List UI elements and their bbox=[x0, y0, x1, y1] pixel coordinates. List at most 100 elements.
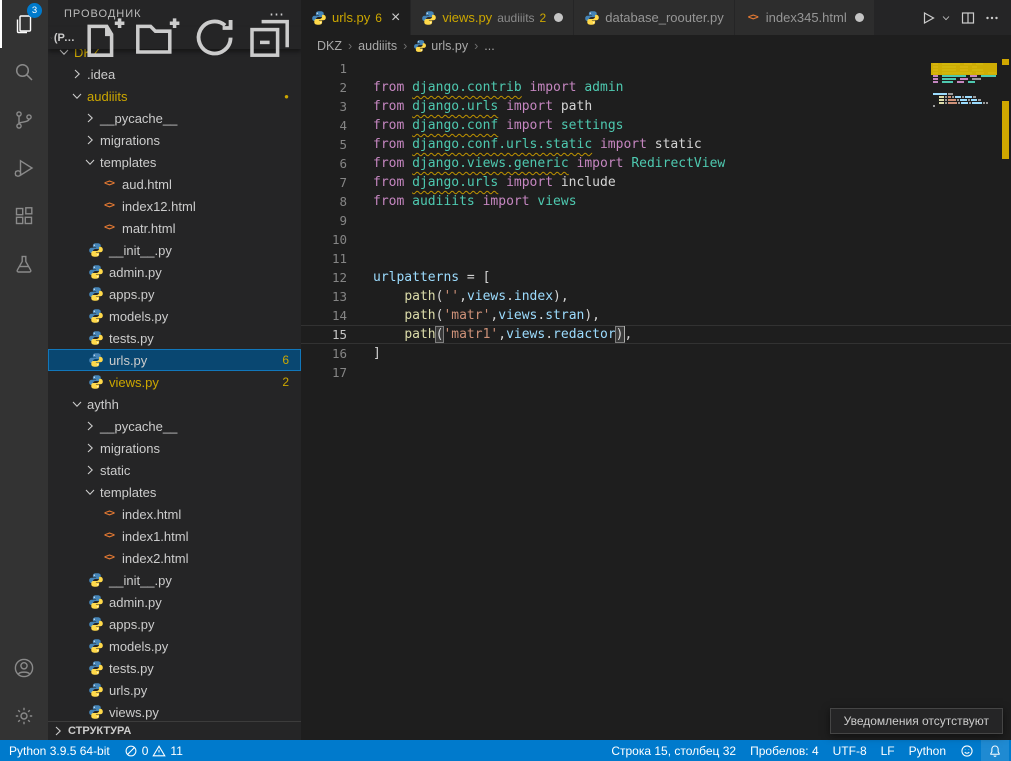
code-token: stran bbox=[545, 308, 584, 323]
tree-item[interactable]: <>index2.html bbox=[48, 547, 301, 569]
code-line[interactable]: 15 path('matr1',views.redactor), bbox=[301, 325, 1011, 344]
activitybar-source-control[interactable] bbox=[0, 96, 48, 144]
tree-item[interactable]: apps.py bbox=[48, 613, 301, 635]
code-line[interactable]: 11 bbox=[301, 249, 1011, 268]
collapse-all-button[interactable] bbox=[244, 12, 295, 63]
code-token: views bbox=[537, 194, 576, 209]
activitybar-search[interactable] bbox=[0, 48, 48, 96]
breadcrumb-item[interactable]: audiiits bbox=[358, 39, 397, 53]
close-icon[interactable]: × bbox=[391, 10, 400, 26]
activity-bar-bottom bbox=[0, 644, 48, 740]
statusbar-python-interpreter[interactable]: Python 3.9.5 64-bit bbox=[2, 740, 117, 761]
new-folder-button[interactable] bbox=[133, 12, 184, 63]
code-line[interactable]: 4from django.conf import settings bbox=[301, 116, 1011, 135]
tree-item[interactable]: <>index.html bbox=[48, 503, 301, 525]
more-actions-button[interactable] bbox=[981, 6, 1003, 30]
new-file-button[interactable] bbox=[78, 12, 129, 63]
tree-item[interactable]: admin.py bbox=[48, 261, 301, 283]
tree-item[interactable]: migrations bbox=[48, 437, 301, 459]
activitybar-run-debug[interactable] bbox=[0, 144, 48, 192]
tree-item[interactable]: audiiits● bbox=[48, 85, 301, 107]
tree-item[interactable]: models.py bbox=[48, 305, 301, 327]
tree-item[interactable]: models.py bbox=[48, 635, 301, 657]
tab-index345.html[interactable]: <>index345.html bbox=[735, 0, 874, 35]
workspace-section-header[interactable]: (РАБОЧАЯ ОБЛАСТЬ) ... bbox=[48, 27, 301, 49]
code-line[interactable]: 13 path('',views.index), bbox=[301, 287, 1011, 306]
code-token: import bbox=[577, 156, 624, 171]
tree-item[interactable]: <>index1.html bbox=[48, 525, 301, 547]
code-token: include bbox=[561, 175, 616, 190]
tree-item[interactable]: migrations bbox=[48, 129, 301, 151]
breadcrumb-item[interactable]: DKZ bbox=[317, 39, 342, 53]
tree-item[interactable]: admin.py bbox=[48, 591, 301, 613]
activitybar-settings[interactable] bbox=[0, 692, 48, 740]
statusbar-eol[interactable]: LF bbox=[874, 740, 902, 761]
code-line[interactable]: 16] bbox=[301, 344, 1011, 363]
code-line[interactable]: 2from django.contrib import admin bbox=[301, 78, 1011, 97]
code-line[interactable]: 6from django.views.generic import Redire… bbox=[301, 154, 1011, 173]
code-line[interactable]: 9 bbox=[301, 211, 1011, 230]
tree-item[interactable]: urls.py6 bbox=[48, 349, 301, 371]
tree-item[interactable]: static bbox=[48, 459, 301, 481]
line-number: 14 bbox=[301, 306, 347, 325]
run-python-file-button[interactable] bbox=[917, 6, 939, 30]
notification-toast[interactable]: Уведомления отсутствуют bbox=[830, 708, 1003, 734]
py-icon bbox=[88, 352, 104, 368]
tree-item[interactable]: __pycache__ bbox=[48, 415, 301, 437]
overview-ruler[interactable] bbox=[999, 57, 1011, 740]
split-editor-button[interactable] bbox=[957, 6, 979, 30]
code-token: ), bbox=[584, 308, 600, 323]
tree-item[interactable]: <>matr.html bbox=[48, 217, 301, 239]
refresh-button[interactable] bbox=[189, 12, 240, 63]
code-line[interactable]: 10 bbox=[301, 230, 1011, 249]
tree-item[interactable]: views.py2 bbox=[48, 371, 301, 393]
statusbar-language-mode[interactable]: Python bbox=[902, 740, 953, 761]
code-line[interactable]: 1 bbox=[301, 59, 1011, 78]
tree-item[interactable]: __init__.py bbox=[48, 569, 301, 591]
code-line[interactable]: 7from django.urls import include bbox=[301, 173, 1011, 192]
warning-icon bbox=[152, 744, 166, 758]
statusbar-problems[interactable]: 011 bbox=[117, 740, 190, 761]
statusbar-indentation[interactable]: Пробелов: 4 bbox=[743, 740, 826, 761]
tree-item[interactable]: __init__.py bbox=[48, 239, 301, 261]
activitybar-extensions[interactable] bbox=[0, 192, 48, 240]
tab-database_roouter.py[interactable]: database_roouter.py bbox=[574, 0, 734, 35]
tree-item[interactable]: .idea bbox=[48, 63, 301, 85]
code-line[interactable]: 17 bbox=[301, 363, 1011, 382]
tree-item[interactable]: templates bbox=[48, 481, 301, 503]
activitybar-accounts[interactable] bbox=[0, 644, 48, 692]
minimap[interactable] bbox=[931, 60, 997, 111]
statusbar-notifications-bell[interactable] bbox=[981, 740, 1009, 761]
statusbar-encoding[interactable]: UTF-8 bbox=[826, 740, 874, 761]
code-line[interactable]: 8from audiiits import views bbox=[301, 192, 1011, 211]
breadcrumb-separator: › bbox=[403, 39, 407, 53]
statusbar-cursor-position[interactable]: Строка 15, столбец 32 bbox=[604, 740, 743, 761]
statusbar-feedback[interactable] bbox=[953, 740, 981, 761]
tree-item[interactable]: <>aud.html bbox=[48, 173, 301, 195]
tab-urls.py[interactable]: urls.py6× bbox=[301, 0, 410, 35]
tree-item[interactable]: tests.py bbox=[48, 657, 301, 679]
tree-item[interactable]: templates bbox=[48, 151, 301, 173]
py-icon bbox=[88, 330, 104, 346]
tree-item[interactable]: urls.py bbox=[48, 679, 301, 701]
run-dropdown-button[interactable] bbox=[941, 6, 955, 30]
code-line[interactable]: 3from django.urls import path bbox=[301, 97, 1011, 116]
tree-item[interactable]: tests.py bbox=[48, 327, 301, 349]
code-line[interactable]: 12urlpatterns = [ bbox=[301, 268, 1011, 287]
code-line[interactable]: 5from django.conf.urls.static import sta… bbox=[301, 135, 1011, 154]
tree-item[interactable]: <>index12.html bbox=[48, 195, 301, 217]
tree-item-label: __pycache__ bbox=[100, 419, 177, 434]
activitybar-explorer[interactable]: 3 bbox=[0, 0, 48, 48]
tree-item[interactable]: apps.py bbox=[48, 283, 301, 305]
code-editor[interactable]: 12from django.contrib import admin3from … bbox=[301, 57, 1011, 740]
outline-section-header[interactable]: СТРУКТУРА bbox=[48, 721, 301, 740]
tab-views.py[interactable]: views.pyaudiiits2 bbox=[411, 0, 573, 35]
breadcrumb-item[interactable]: ... bbox=[484, 39, 494, 53]
tree-item[interactable]: __pycache__ bbox=[48, 107, 301, 129]
activitybar-testing[interactable] bbox=[0, 240, 48, 288]
tree-item[interactable]: aythh bbox=[48, 393, 301, 415]
code-line[interactable]: 14 path('matr',views.stran), bbox=[301, 306, 1011, 325]
breadcrumb-item[interactable]: urls.py bbox=[413, 39, 468, 53]
code-token bbox=[569, 156, 577, 171]
tree-item[interactable]: views.py bbox=[48, 701, 301, 721]
